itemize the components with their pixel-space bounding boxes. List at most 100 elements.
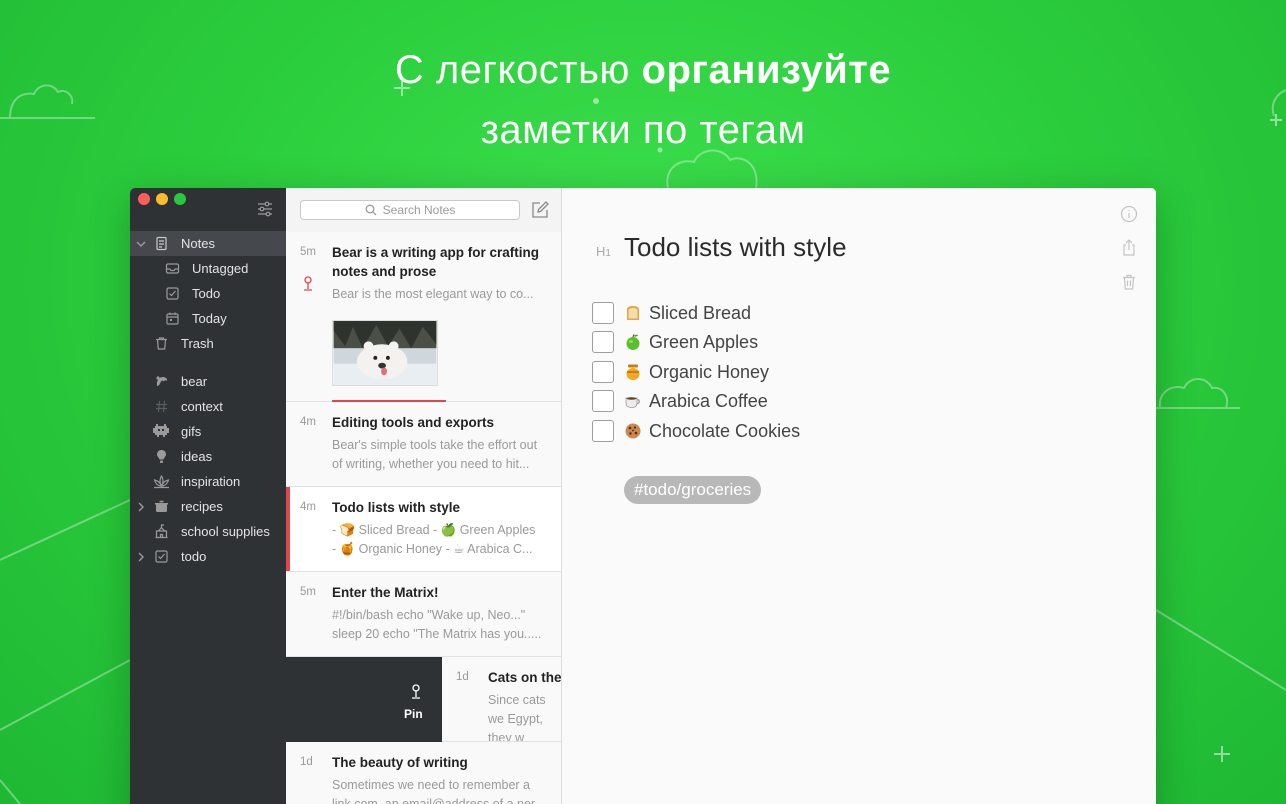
list-item[interactable]: 5m Enter the Matrix! #!/bin/bash echo "W…	[286, 572, 561, 657]
sidebar-item-trash[interactable]: Trash	[130, 331, 286, 356]
sidebar-item-bear[interactable]: bear	[130, 369, 286, 394]
todo-item[interactable]: Organic Honey	[592, 360, 769, 384]
sidebar-item-recipes[interactable]: recipes	[130, 494, 286, 519]
note-title: Editing tools and exports	[332, 415, 495, 430]
cookie-icon	[625, 423, 641, 439]
note-snippet: Bear is the most elegant way to co...	[332, 287, 534, 301]
list-item[interactable]: 1d The beauty of writing Sometimes we ne…	[286, 742, 561, 804]
todo-text: Organic Honey	[649, 361, 770, 382]
pin-icon	[412, 684, 420, 699]
todo-item[interactable]: Arabica Coffee	[592, 389, 768, 413]
checkbox-icon	[166, 287, 179, 300]
polar-bear-thumbnail	[332, 320, 438, 386]
headline-regular: С легкостью	[394, 48, 642, 92]
headline: С легкостью организуйте заметки по тегам	[0, 40, 1286, 160]
sidebar-item-gifs[interactable]: gifs	[130, 419, 286, 444]
todo-checkbox[interactable]	[592, 420, 614, 442]
app-window: Notes Untagged Todo Today Trash bear con…	[130, 188, 1156, 804]
sidebar-item-label: Todo	[192, 286, 221, 301]
checkbox-icon	[155, 550, 168, 563]
note-title: Enter the Matrix!	[332, 585, 439, 600]
todo-checkbox[interactable]	[592, 390, 614, 412]
sidebar-item-label: todo	[181, 549, 207, 564]
pin-label: Pin	[404, 707, 423, 721]
list-item-swiped[interactable]: 1d Cats on the Since cats we Egypt, they…	[442, 657, 562, 742]
sidebar-item-notes[interactable]: Notes	[130, 231, 286, 256]
list-item-selected[interactable]: 4m Todo lists with style - 🍞 Sliced Brea…	[286, 487, 561, 572]
note-snippet: Since cats we Egypt, they w	[488, 693, 546, 742]
honey-pot-icon	[626, 364, 640, 380]
trash-icon	[156, 337, 167, 350]
sidebar-item-label: context	[181, 399, 223, 414]
sidebar-item-label: gifs	[181, 424, 202, 439]
todo-checkbox[interactable]	[592, 331, 614, 353]
pot-icon	[155, 500, 168, 512]
todo-item[interactable]: Green Apples	[592, 330, 758, 354]
maximize-button[interactable]	[174, 193, 186, 205]
heading-marker-letter: H	[596, 244, 606, 259]
chevron-right-icon[interactable]	[136, 502, 146, 512]
sliders-icon[interactable]	[256, 200, 274, 218]
todo-text: Chocolate Cookies	[649, 420, 801, 441]
note-title: The beauty of writing	[332, 755, 468, 770]
search-placeholder: Search Notes	[382, 203, 456, 217]
minimize-button[interactable]	[156, 193, 168, 205]
todo-text: Arabica Coffee	[649, 390, 768, 411]
sidebar-item-label: Notes	[181, 236, 215, 251]
sidebar-item-todo-filter[interactable]: Todo	[130, 281, 286, 306]
heading-marker-level: 1	[605, 248, 611, 259]
headline-line2: заметки по тегам	[480, 108, 806, 152]
search-input[interactable]: Search Notes	[300, 200, 520, 220]
sidebar-item-label: bear	[181, 374, 208, 389]
list-item[interactable]: 4m Editing tools and exports Bear's simp…	[286, 402, 561, 487]
trash-icon[interactable]	[1120, 273, 1138, 291]
note-title: Bear is a writing app for crafting notes…	[332, 245, 540, 279]
chevron-right-icon[interactable]	[136, 552, 146, 562]
search-icon	[365, 204, 377, 216]
note-title: Cats on the	[488, 670, 562, 685]
sidebar-item-label: Trash	[181, 336, 214, 351]
lightbulb-icon	[157, 450, 166, 463]
tag-pill[interactable]: #todo/groceries	[624, 476, 762, 504]
chevron-down-icon[interactable]	[136, 239, 146, 249]
sidebar: Notes Untagged Todo Today Trash bear con…	[130, 188, 286, 804]
sidebar-item-untagged[interactable]: Untagged	[130, 256, 286, 281]
green-apple-icon	[626, 334, 640, 350]
calendar-icon	[166, 312, 179, 325]
note-editor[interactable]: H1 Todo lists with style Sliced Bread Gr…	[562, 188, 1156, 804]
todo-item[interactable]: Chocolate Cookies	[592, 419, 800, 443]
lotus-icon	[153, 474, 170, 489]
note-list: Search Notes 5m Bear is a writing app fo…	[286, 188, 562, 804]
note-time: 5m	[300, 246, 316, 258]
sidebar-item-label: inspiration	[181, 474, 241, 489]
sidebar-item-context[interactable]: context	[130, 394, 286, 419]
sidebar-item-inspiration[interactable]: inspiration	[130, 469, 286, 494]
note-title-heading[interactable]: Todo lists with style	[624, 232, 847, 263]
sidebar-item-label: school supplies	[181, 524, 270, 539]
compose-icon[interactable]	[530, 200, 550, 220]
note-time: 5m	[300, 586, 316, 598]
info-icon[interactable]	[1120, 205, 1138, 223]
pin-action-button[interactable]: Pin	[286, 657, 442, 742]
close-button[interactable]	[138, 193, 150, 205]
note-snippet-line1: - 🍞 Sliced Bread - 🍏 Green Apples	[332, 523, 536, 537]
heading-marker: H1	[596, 244, 611, 259]
todo-item[interactable]: Sliced Bread	[592, 301, 751, 325]
hash-icon	[156, 400, 167, 413]
inbox-icon	[165, 263, 180, 274]
school-icon	[155, 524, 168, 539]
headline-bold: организуйте	[641, 48, 892, 92]
note-time: 1d	[300, 756, 313, 768]
sidebar-item-today[interactable]: Today	[130, 306, 286, 331]
note-time: 4m	[300, 416, 316, 428]
todo-checkbox[interactable]	[592, 302, 614, 324]
sidebar-item-school-supplies[interactable]: school supplies	[130, 519, 286, 544]
note-time: 4m	[300, 501, 316, 513]
share-icon[interactable]	[1120, 239, 1138, 257]
sidebar-item-todo-tag[interactable]: todo	[130, 544, 286, 569]
headline-line1: С легкостью организуйте	[0, 40, 1286, 100]
sidebar-item-ideas[interactable]: ideas	[130, 444, 286, 469]
note-time: 1d	[456, 671, 469, 683]
list-item[interactable]: 5m Bear is a writing app for crafting no…	[286, 232, 561, 402]
todo-checkbox[interactable]	[592, 361, 614, 383]
